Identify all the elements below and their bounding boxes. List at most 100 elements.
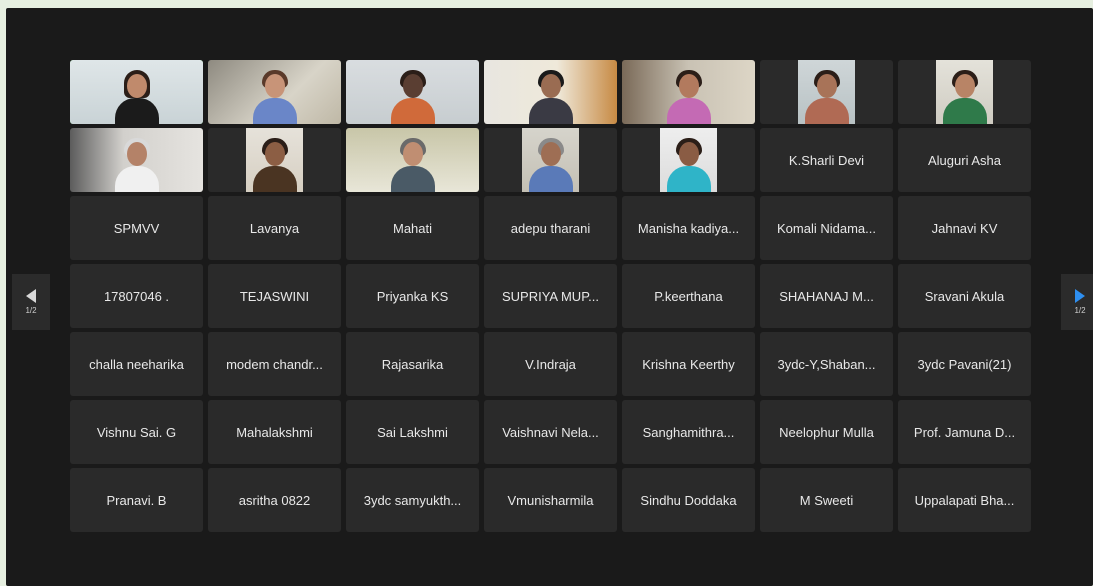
video-tile[interactable] [208,128,341,192]
video-tile[interactable] [208,60,341,124]
participant-tile[interactable]: Komali Nidama... [760,196,893,260]
participant-tile[interactable]: SHAHANAJ M... [760,264,893,328]
next-page-button[interactable]: 1/2 [1061,274,1093,330]
participant-name: SHAHANAJ M... [779,288,874,304]
participant-name: Uppalapati Bha... [914,492,1015,508]
participant-name: Sai Lakshmi [377,424,448,440]
participant-name: Vaishnavi Nela... [502,424,599,440]
participant-tile[interactable]: Sai Lakshmi [346,400,479,464]
participant-tile[interactable]: Priyanka KS [346,264,479,328]
participant-tile[interactable]: Vmunisharmila [484,468,617,532]
page-indicator-right: 1/2 [1074,306,1086,315]
participant-tile[interactable]: Neelophur Mulla [760,400,893,464]
participant-name: K.Sharli Devi [788,152,865,168]
participant-tile[interactable]: Manisha kadiya... [622,196,755,260]
participant-tile[interactable]: Krishna Keerthy [622,332,755,396]
participant-tile[interactable]: Mahalakshmi [208,400,341,464]
participant-name: Vishnu Sai. G [96,424,177,440]
video-tile[interactable] [760,60,893,124]
video-tile[interactable] [70,60,203,124]
participant-tile[interactable]: Rajasarika [346,332,479,396]
participant-name: Aluguri Asha [928,152,1001,168]
video-tile[interactable] [346,128,479,192]
participant-name: Priyanka KS [376,288,449,304]
participant-tile[interactable]: Sravani Akula [898,264,1031,328]
participant-name: Sravani Akula [924,288,1005,304]
participant-tile[interactable]: P.keerthana [622,264,755,328]
participant-tile[interactable]: SUPRIYA MUP... [484,264,617,328]
participant-name: adepu tharani [510,220,591,236]
participant-tile[interactable]: Mahati [346,196,479,260]
participant-name: Vmunisharmila [507,492,594,508]
participant-name: modem chandr... [226,356,323,372]
video-tile[interactable] [346,60,479,124]
participant-name: Prof. Jamuna D... [913,424,1016,440]
participant-video [660,128,717,192]
participant-tile[interactable]: Pranavi. B [70,468,203,532]
participant-video [522,128,579,192]
participant-name: Mahati [392,220,433,236]
participant-video [936,60,993,124]
participant-tile[interactable]: Lavanya [208,196,341,260]
participant-name: Rajasarika [381,356,444,372]
participant-tile[interactable]: 3ydc-Y,Shaban... [760,332,893,396]
participant-tile[interactable]: Jahnavi KV [898,196,1031,260]
video-tile[interactable] [70,128,203,192]
video-tile[interactable] [898,60,1031,124]
participant-tile[interactable]: challa neeharika [70,332,203,396]
meeting-window: 1/2 K.Sharli Devi Aluguri Asha SPMVV Lav… [6,8,1093,586]
participant-name: Jahnavi KV [931,220,998,236]
participant-name: P.keerthana [654,288,723,304]
participant-video [346,128,479,192]
video-tile[interactable] [484,128,617,192]
participant-tile[interactable]: Aluguri Asha [898,128,1031,192]
participant-tile[interactable]: SPMVV [70,196,203,260]
participant-tile[interactable]: 17807046 . [70,264,203,328]
participant-name: 3ydc-Y,Shaban... [777,356,876,372]
participant-video [246,128,303,192]
participant-name: M Sweeti [799,492,854,508]
participant-tile[interactable]: 3ydc Pavani(21) [898,332,1031,396]
participant-video [798,60,855,124]
participant-video [622,60,755,124]
participant-tile[interactable]: M Sweeti [760,468,893,532]
participant-name: Krishna Keerthy [642,356,735,372]
participant-tile[interactable]: Uppalapati Bha... [898,468,1031,532]
participant-name: 3ydc Pavani(21) [917,356,1012,372]
participant-name: Sanghamithra... [642,424,735,440]
participant-name: TEJASWINI [239,288,310,304]
video-tile[interactable] [622,60,755,124]
participant-name: Manisha kadiya... [637,220,740,236]
participant-tile[interactable]: Vishnu Sai. G [70,400,203,464]
participant-tile[interactable]: modem chandr... [208,332,341,396]
chevron-left-icon [26,289,36,303]
previous-page-button[interactable]: 1/2 [12,274,50,330]
participant-name: Mahalakshmi [236,424,313,440]
participant-name: 3ydc samyukth... [363,492,462,508]
participant-video [70,60,203,124]
video-tile[interactable] [622,128,755,192]
participant-name: asritha 0822 [238,492,311,508]
participant-tile[interactable]: Sanghamithra... [622,400,755,464]
participant-tile[interactable]: K.Sharli Devi [760,128,893,192]
participant-video [484,60,617,124]
participant-name: Sindhu Doddaka [640,492,737,508]
participant-tile[interactable]: asritha 0822 [208,468,341,532]
chevron-right-icon [1075,289,1085,303]
participant-name: Neelophur Mulla [779,424,874,440]
participant-name: challa neeharika [89,356,184,372]
participant-tile[interactable]: Prof. Jamuna D... [898,400,1031,464]
participant-tile[interactable]: 3ydc samyukth... [346,468,479,532]
participant-tile[interactable]: V.Indraja [484,332,617,396]
participant-video [208,60,341,124]
participant-tile[interactable]: Sindhu Doddaka [622,468,755,532]
participant-name: Pranavi. B [106,492,167,508]
participant-tile[interactable]: TEJASWINI [208,264,341,328]
participant-tile[interactable]: Vaishnavi Nela... [484,400,617,464]
gallery-grid: K.Sharli Devi Aluguri Asha SPMVV Lavanya… [70,60,1031,532]
participant-name: 17807046 . [103,288,170,304]
video-tile[interactable] [484,60,617,124]
participant-tile[interactable]: adepu tharani [484,196,617,260]
page-indicator-left: 1/2 [25,306,37,315]
participant-name: V.Indraja [525,356,576,372]
